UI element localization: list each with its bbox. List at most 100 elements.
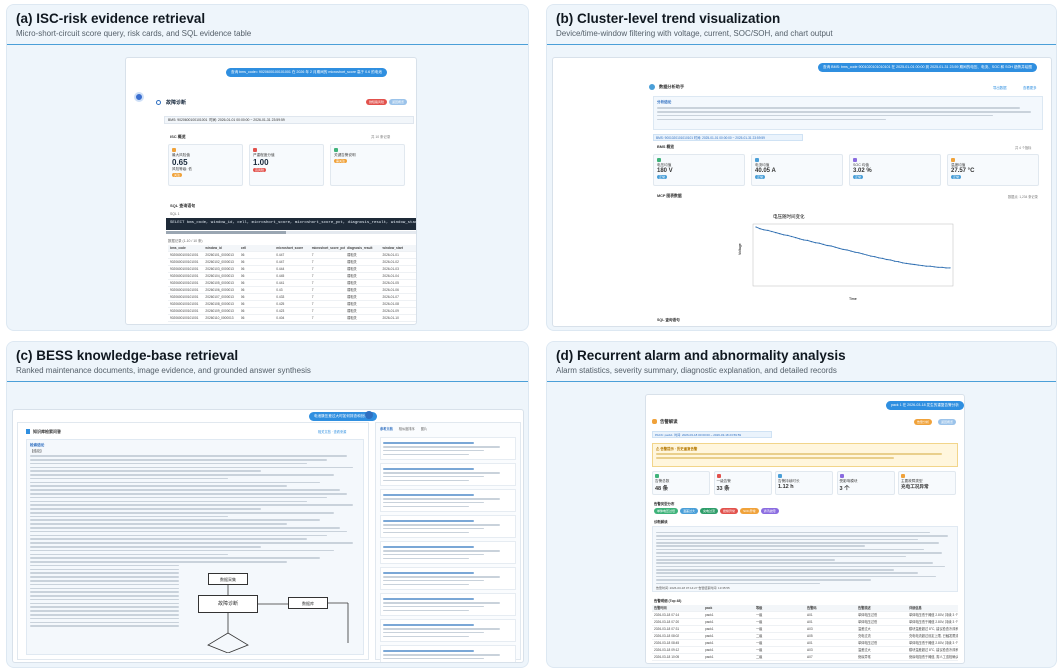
more-link[interactable]: 查看更多	[1023, 85, 1037, 90]
ref-doc-item[interactable]	[380, 437, 516, 460]
table-cell: 7	[311, 295, 314, 299]
ref-doc-line	[383, 553, 485, 556]
back-tag[interactable]: 返回概览	[938, 419, 957, 425]
voltage-point	[913, 263, 915, 266]
ref-doc-item[interactable]	[380, 541, 516, 564]
voltage-point	[799, 238, 801, 240]
sql-scrollbar[interactable]	[166, 231, 416, 234]
explain-line	[656, 572, 919, 575]
panel-a-subtitle: Micro-short-circuit score query, risk ca…	[16, 29, 252, 38]
ref-doc-item[interactable]	[380, 515, 516, 538]
panel-b-header: (b) Cluster-level trend visualization De…	[547, 5, 1056, 45]
explain-line	[656, 558, 835, 561]
sql-section-label: SQL 查询语句	[657, 318, 680, 322]
voltage-point	[775, 232, 777, 234]
alarm-cell: 单体电压低于阈值 2.80V, 持续 3 个周期	[909, 613, 958, 617]
risk-tag[interactable]: 微短路风险	[366, 99, 388, 105]
ref-doc-item[interactable]	[380, 463, 516, 486]
table-cell: 06	[240, 253, 245, 257]
table-body: 9020600100101001 20260101_0000013 06 0.447 7…	[168, 252, 416, 322]
panel-c-header: (c) BESS knowledge-base retrieval Ranked…	[7, 342, 528, 382]
answer-line	[30, 572, 179, 574]
panel-b-title: (b) Cluster-level trend visualization	[556, 11, 781, 26]
stat-icon	[655, 474, 659, 478]
filter-bar: BMS: 9020600100101001 时间: 2026-01-01 00:…	[164, 116, 414, 124]
table-cell: 06	[240, 274, 245, 278]
table-cell: 0.447	[276, 253, 285, 257]
explain-line	[656, 569, 895, 571]
alarm-row: 2026-03-18 08:02 pack1 二级 A05 充电过流 充电电流超过设定上限…	[652, 633, 958, 640]
ref-doc-item[interactable]	[380, 593, 516, 616]
alarm-type-chip[interactable]: SOC异常	[740, 508, 759, 514]
table-cell: 0.447	[276, 260, 285, 264]
alarm-header-cell: 等级	[754, 605, 805, 611]
answer-line	[30, 485, 288, 488]
table-cell: 2026-01-01	[382, 253, 399, 257]
ref-doc-item[interactable]	[380, 489, 516, 512]
filter-time: 时间: 2026-03-18 00:00:00 ~ 2026-03-18 23:…	[674, 433, 742, 437]
table-cell: 弱相关	[347, 281, 357, 285]
export-link[interactable]: 导出数据	[993, 85, 1007, 90]
alarm-type-chip[interactable]: 充电过流	[700, 508, 719, 514]
ref-doc-item[interactable]	[380, 567, 516, 590]
explain-line	[656, 541, 940, 544]
panel-c: (c) BESS knowledge-base retrieval Ranked…	[6, 341, 529, 668]
alarm-cell: 二级	[756, 634, 763, 638]
stat-icon	[778, 474, 782, 478]
tab-rank[interactable]: 相似度排序	[399, 426, 415, 431]
panel-d-header: (d) Recurrent alarm and abnormality anal…	[547, 342, 1056, 382]
answer-header-right[interactable]: 相关文档 · 查看来源	[318, 429, 346, 434]
alarm-tag[interactable]: 告警分析	[914, 419, 933, 425]
alarm-type-chip[interactable]: 单体电压过低	[654, 508, 679, 514]
ref-doc-item[interactable]	[380, 645, 516, 662]
bms-section-label: BMS 概览	[657, 145, 675, 149]
answer-line	[30, 614, 179, 616]
ref-doc-title	[383, 494, 474, 496]
ref-doc-title	[383, 624, 474, 626]
answer-line	[30, 606, 179, 609]
table-caption: 数据记录 (1-10 / 10 条)	[168, 239, 203, 243]
back-tag[interactable]: 返回概览	[389, 99, 408, 105]
ref-doc-line	[383, 527, 485, 530]
tab-ref-docs[interactable]: 参考文档	[380, 426, 393, 431]
voltage-point	[810, 241, 812, 243]
answer-line	[30, 470, 261, 472]
alarm-type-chip[interactable]: 温差过大	[680, 508, 699, 514]
tab-images[interactable]: 图片	[421, 426, 427, 431]
alarm-header-cell: pack	[703, 605, 754, 611]
voltage-point	[802, 239, 805, 241]
voltage-point	[937, 266, 939, 268]
table-cell: 9020600100101001	[170, 302, 199, 306]
voltage-point	[791, 235, 793, 238]
table-cell: 2026-01-02	[382, 260, 399, 264]
ref-doc-line	[383, 583, 469, 586]
explain-box: 告警时间: 2026-03-18 07:14:27 告警结束时间: 13:35:…	[652, 526, 958, 592]
ref-doc-item[interactable]	[380, 619, 516, 642]
metric-icon	[657, 158, 661, 162]
table-cell: 20260107_0000013	[205, 295, 234, 299]
ref-doc-title	[383, 468, 474, 470]
alarm-cell: 充电电流超过设定上限, 已触发限流	[909, 634, 958, 638]
table-cell: 06	[240, 302, 245, 306]
answer-line	[30, 557, 321, 559]
alarm-header-cell: 详细信息	[907, 605, 958, 611]
panel-a-screenshot: 查询 bms_code= 9020600100101001 在 2026 年 2…	[125, 57, 417, 325]
table-cell: 9020600100101001	[170, 309, 199, 313]
ref-doc-line	[383, 609, 469, 612]
explain-line	[656, 548, 925, 551]
isc-section-label: ISC 概览	[170, 134, 186, 139]
alarm-type-chip[interactable]: 绝缘异常	[720, 508, 739, 514]
table-row: 9020600100101001 20260103_0000013 06 0.444 7…	[168, 266, 416, 273]
voltage-point	[890, 259, 892, 261]
table-cell: 06	[240, 288, 245, 292]
table-cell: 弱相关	[347, 288, 357, 292]
ref-doc-line	[383, 453, 469, 456]
table-cell: 7	[311, 316, 314, 320]
answer-line	[30, 523, 288, 525]
table-cell: 06	[240, 295, 245, 299]
voltage-point	[897, 261, 900, 263]
voltage-point	[826, 244, 828, 247]
answer-line	[30, 515, 228, 518]
alarm-type-chip[interactable]: 通讯故障	[760, 508, 779, 514]
stat-icon	[901, 474, 905, 478]
